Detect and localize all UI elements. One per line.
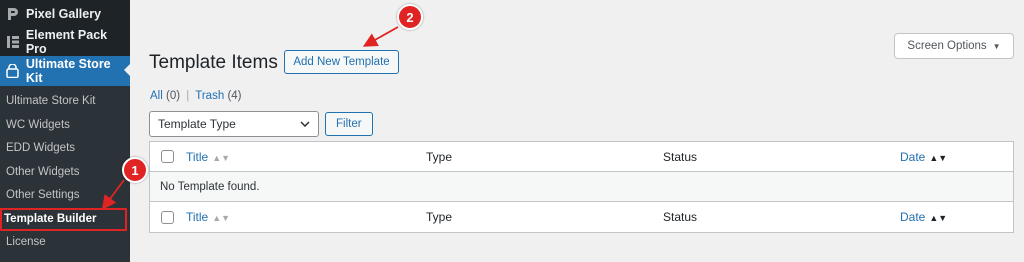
column-status-footer: Status — [663, 210, 698, 224]
column-title-label: Title — [186, 149, 209, 164]
submenu-item-other-settings[interactable]: Other Settings — [0, 184, 130, 208]
table-header-row: Title ▲▼ Type Status Date ▲▼ — [150, 142, 1013, 172]
empty-message: No Template found. — [160, 180, 260, 193]
menu-item-label: Element Pack Pro — [25, 28, 108, 56]
column-title-label: Title — [186, 210, 209, 224]
view-filters: All (0) | Trash (4) — [150, 90, 242, 102]
column-title-footer[interactable]: Title ▲▼ — [186, 210, 230, 224]
main-content: Screen Options ▼ Template Items Add New … — [130, 0, 1024, 262]
view-separator: | — [186, 90, 190, 102]
page-title: Template Items — [149, 52, 278, 73]
screen-options-button[interactable]: Screen Options ▼ — [894, 33, 1014, 59]
annotation-badge-2: 2 — [397, 4, 423, 30]
menu-item-pixel-gallery[interactable]: Pixel Gallery — [0, 0, 130, 28]
submenu: Ultimate Store Kit WC Widgets EDD Widget… — [0, 86, 130, 262]
menu-item-label: Pixel Gallery — [26, 7, 102, 21]
column-status-header: Status — [663, 149, 698, 164]
submenu-item-other-widgets[interactable]: Other Widgets — [0, 161, 130, 185]
submenu-item-edd-widgets[interactable]: EDD Widgets — [0, 137, 130, 161]
view-all-count: (0) — [165, 90, 181, 102]
select-all-checkbox-footer[interactable] — [161, 210, 174, 224]
column-date-label: Date — [900, 149, 926, 164]
column-date-label: Date — [900, 210, 926, 224]
column-type-footer: Type — [426, 210, 453, 224]
sort-icon: ▲▼ — [212, 152, 231, 163]
select-all-checkbox[interactable] — [161, 150, 174, 163]
sort-desc-icon: ▲▼ — [929, 152, 948, 163]
menu-item-element-pack-pro[interactable]: Element Pack Pro — [0, 28, 130, 56]
chevron-down-icon — [300, 119, 310, 130]
view-all-link[interactable]: All — [150, 90, 163, 102]
table-footer-row: Title ▲▼ Type Status Date ▲▼ — [150, 202, 1013, 232]
column-date-header[interactable]: Date ▲▼ — [900, 150, 947, 164]
template-type-select[interactable]: Template Type — [149, 111, 319, 137]
filter-row: Template Type Filter — [149, 111, 373, 137]
submenu-item-wc-widgets[interactable]: WC Widgets — [0, 114, 130, 138]
view-trash-link[interactable]: Trash — [195, 90, 224, 102]
store-bag-icon — [6, 64, 20, 78]
empty-row: No Template found. — [150, 172, 1013, 202]
menu-item-label: Ultimate Store Kit — [25, 57, 111, 85]
column-title-header[interactable]: Title ▲▼ — [186, 150, 230, 164]
sort-desc-icon: ▲▼ — [929, 213, 948, 223]
column-type-header: Type — [426, 149, 453, 164]
element-pack-icon — [6, 35, 20, 49]
add-new-template-button[interactable]: Add New Template — [284, 50, 399, 74]
view-trash-count: (4) — [227, 90, 242, 102]
submenu-item-license[interactable]: License — [0, 231, 130, 255]
submenu-item-ultimate-store-kit[interactable]: Ultimate Store Kit — [0, 90, 130, 114]
menu-item-ultimate-store-kit[interactable]: Ultimate Store Kit — [0, 56, 131, 86]
column-date-footer[interactable]: Date ▲▼ — [900, 210, 947, 224]
caret-down-icon: ▼ — [992, 41, 1001, 51]
templates-table: Title ▲▼ Type Status Date ▲▼ No Template f… — [149, 141, 1014, 233]
screen-options-label: Screen Options — [907, 40, 987, 52]
submenu-item-template-builder[interactable]: Template Builder — [0, 207, 127, 231]
filter-button[interactable]: Filter — [325, 112, 373, 136]
sort-icon: ▲▼ — [212, 213, 231, 223]
pixel-gallery-icon — [6, 7, 20, 21]
annotation-badge-1: 1 — [122, 157, 148, 183]
admin-sidebar: Pixel Gallery Element Pack Pro Ultimate … — [0, 0, 131, 262]
template-type-value: Template Type — [158, 117, 236, 131]
